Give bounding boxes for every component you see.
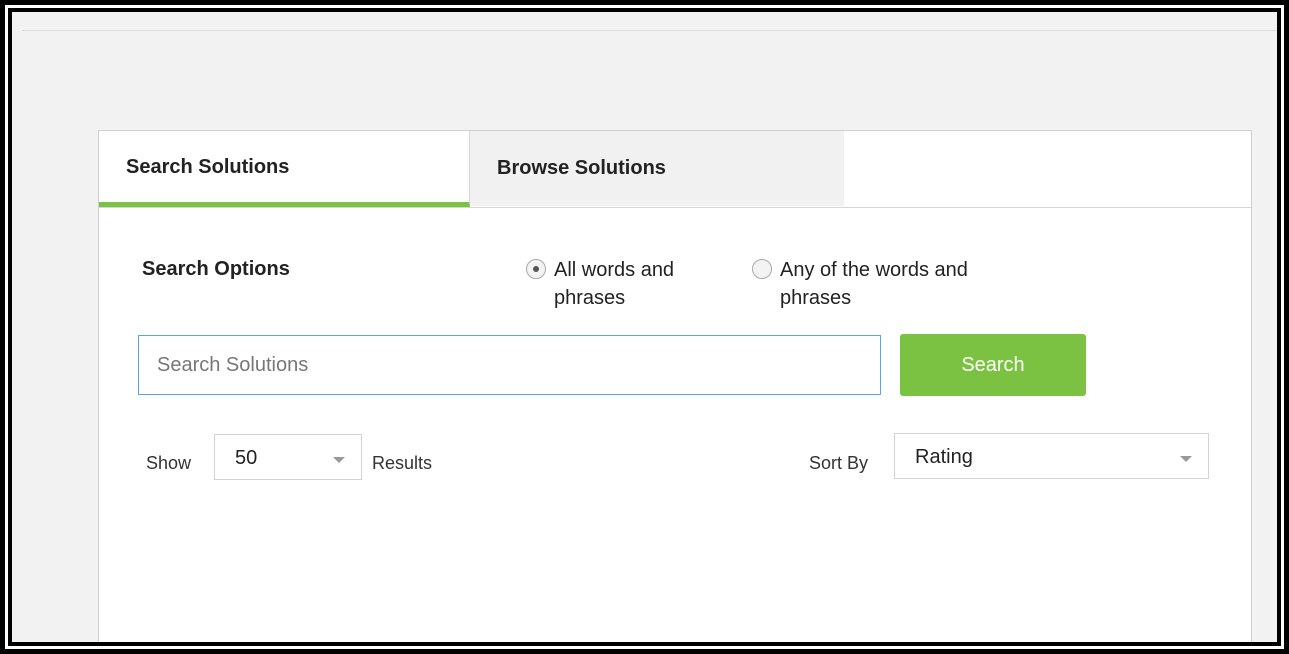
solutions-panel: Search Solutions Browse Solutions Search… xyxy=(98,130,1252,642)
chevron-down-icon xyxy=(1180,456,1192,462)
radio-all-words[interactable]: All words and phrases xyxy=(526,256,709,312)
radio-any-words-button[interactable] xyxy=(752,259,772,279)
search-button[interactable]: Search xyxy=(900,334,1086,396)
results-label: Results xyxy=(372,453,433,473)
sort-by-select[interactable]: Rating xyxy=(894,433,1209,479)
tab-bar: Search Solutions Browse Solutions xyxy=(99,131,1251,208)
page-background: Search Solutions Browse Solutions Search… xyxy=(8,8,1281,646)
search-input[interactable] xyxy=(138,335,881,395)
chevron-down-icon xyxy=(333,457,345,463)
show-label: Show xyxy=(146,453,192,473)
radio-all-words-label: All words and phrases xyxy=(554,259,675,309)
tab-search-solutions[interactable]: Search Solutions xyxy=(99,131,470,207)
top-divider xyxy=(22,12,1277,31)
radio-any-words[interactable]: Any of the words and phrases xyxy=(752,256,980,312)
results-count-select[interactable]: 50 xyxy=(214,434,362,480)
sort-by-value: Rating xyxy=(915,446,973,468)
search-options-label: Search Options xyxy=(142,258,290,280)
radio-any-words-label: Any of the words and phrases xyxy=(780,259,968,309)
radio-all-words-button[interactable] xyxy=(526,259,546,279)
tab-browse-solutions[interactable]: Browse Solutions xyxy=(470,131,844,206)
sort-by-label: Sort By xyxy=(809,453,869,473)
results-count-value: 50 xyxy=(235,447,258,469)
tab-browse-label: Browse Solutions xyxy=(497,157,666,179)
tab-search-label: Search Solutions xyxy=(126,156,290,178)
